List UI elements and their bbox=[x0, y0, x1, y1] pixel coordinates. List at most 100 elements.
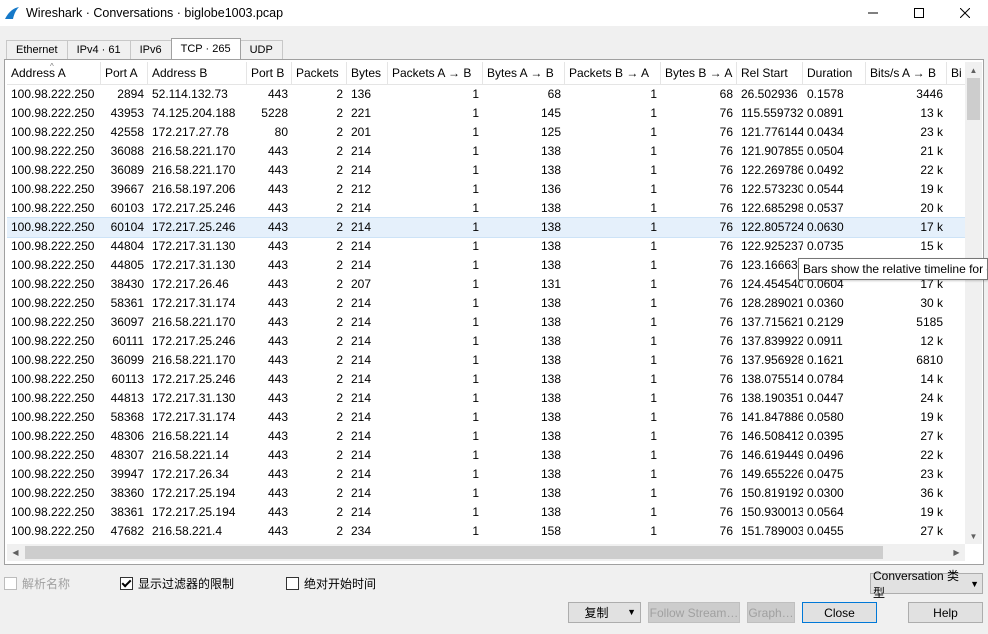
cell-bits-a-b: 23 k bbox=[920, 125, 943, 139]
table-row[interactable]: 100.98.222.250 60104 172.217.25.246 443 2 214… bbox=[7, 217, 965, 238]
cell-port-a: 36097 bbox=[110, 315, 144, 329]
cell-bytes-b-a: 68 bbox=[719, 87, 733, 101]
column-header-packets-b-a[interactable]: Packets B → A bbox=[565, 62, 661, 85]
column-header-duration[interactable]: Duration bbox=[803, 62, 866, 85]
column-header-address-b[interactable]: Address B bbox=[148, 62, 247, 85]
table-row[interactable]: 100.98.222.250 44804 172.217.31.130 443 2 214… bbox=[7, 237, 965, 256]
table-row[interactable]: 100.98.222.250 60103 172.217.25.246 443 2 214… bbox=[7, 199, 965, 218]
minimize-button[interactable] bbox=[850, 0, 896, 26]
table-row[interactable]: 100.98.222.250 44813 172.217.31.130 443 2 214… bbox=[7, 389, 965, 408]
table-row[interactable]: 100.98.222.250 58368 172.217.31.174 443 2 214… bbox=[7, 408, 965, 427]
cell-rel-start: 122.805724 bbox=[741, 220, 803, 234]
scroll-right-arrow-icon[interactable]: ▶ bbox=[948, 544, 965, 561]
cell-port-a: 60104 bbox=[110, 220, 144, 234]
conversation-type-button[interactable]: Conversation 类型 ▼ bbox=[870, 569, 983, 600]
cell-packets-b-a: 1 bbox=[650, 87, 657, 101]
column-header-address-a[interactable]: Address A ^ bbox=[7, 62, 101, 85]
column-header-packets-a-b[interactable]: Packets A → B bbox=[388, 62, 483, 85]
column-header-label: Bytes A → B bbox=[487, 66, 554, 80]
column-header-bytes-a-b[interactable]: Bytes A → B bbox=[483, 62, 565, 85]
cell-port-b: 443 bbox=[267, 448, 288, 462]
graph-button[interactable]: Graph… bbox=[747, 602, 795, 623]
table-row[interactable]: 100.98.222.250 38361 172.217.25.194 443 2 214… bbox=[7, 503, 965, 522]
title-bar: Wireshark · Conversations · biglobe1003.… bbox=[0, 0, 988, 26]
close-button[interactable]: Close bbox=[802, 602, 877, 623]
cell-bits-a-b: 14 k bbox=[920, 372, 943, 386]
table-row[interactable]: 100.98.222.250 60113 172.217.25.246 443 2 214… bbox=[7, 370, 965, 389]
table-row[interactable]: 100.98.222.250 39947 172.217.26.34 443 2 214 1… bbox=[7, 465, 965, 484]
cell-port-a: 60111 bbox=[112, 334, 144, 348]
copy-button[interactable]: 复制 ▼ bbox=[568, 602, 641, 623]
tab-ethernet[interactable]: Ethernet bbox=[6, 40, 68, 59]
column-header-bits-a-b[interactable]: Bits/s A → B bbox=[866, 62, 947, 85]
table-row[interactable]: 100.98.222.250 60111 172.217.25.246 443 2 214… bbox=[7, 332, 965, 351]
column-header-bits-b-a[interactable]: Bi bbox=[947, 62, 965, 85]
cell-packets-b-a: 1 bbox=[650, 410, 657, 424]
cell-packets-a-b: 1 bbox=[472, 258, 479, 272]
table-row[interactable]: 100.98.222.250 36097 216.58.221.170 443 2 214… bbox=[7, 313, 965, 332]
close-window-button[interactable] bbox=[942, 0, 988, 26]
conversation-type-label: Conversation 类型 bbox=[873, 568, 960, 600]
help-button[interactable]: Help bbox=[908, 602, 983, 623]
column-header-bytes-b-a[interactable]: Bytes B → A bbox=[661, 62, 737, 85]
table-row[interactable]: 100.98.222.250 36099 216.58.221.170 443 2 214… bbox=[7, 351, 965, 370]
cell-address-b: 74.125.204.188 bbox=[152, 106, 236, 120]
cell-bits-a-b: 12 k bbox=[920, 334, 943, 348]
column-header-bytes[interactable]: Bytes bbox=[347, 62, 388, 85]
cell-packets: 2 bbox=[336, 353, 343, 367]
vertical-scrollbar[interactable]: ▲ ▼ bbox=[965, 62, 982, 544]
table-row[interactable]: 100.98.222.250 36089 216.58.221.170 443 2 214… bbox=[7, 161, 965, 180]
cell-bytes-a-b: 138 bbox=[540, 239, 561, 253]
table-row[interactable]: 100.98.222.250 42558 172.217.27.78 80 2 201 1 1… bbox=[7, 123, 965, 142]
cell-packets-a-b: 1 bbox=[472, 429, 479, 443]
horizontal-scroll-thumb[interactable] bbox=[25, 546, 883, 559]
cell-rel-start: 123.166633 bbox=[741, 258, 803, 272]
scroll-up-arrow-icon[interactable]: ▲ bbox=[965, 62, 982, 78]
tab-ipv6[interactable]: IPv6 bbox=[129, 40, 172, 59]
limit-to-filter-checkbox[interactable]: 显示过滤器的限制 bbox=[120, 574, 234, 592]
cell-packets-a-b: 1 bbox=[472, 220, 479, 234]
table-row[interactable]: 100.98.222.250 47682 216.58.221.4 443 2 234 1 1… bbox=[7, 522, 965, 541]
cell-bits-a-b: 15 k bbox=[920, 239, 943, 253]
column-header-port-a[interactable]: Port A bbox=[101, 62, 148, 85]
column-header-port-b[interactable]: Port B bbox=[247, 62, 292, 85]
cell-port-b: 5228 bbox=[261, 106, 288, 120]
cell-bytes-b-a: 76 bbox=[719, 182, 733, 196]
table-row[interactable]: 100.98.222.250 48306 216.58.221.14 443 2 214 1… bbox=[7, 427, 965, 446]
cell-duration: 0.0580 bbox=[807, 410, 844, 424]
column-header-packets[interactable]: Packets bbox=[292, 62, 347, 85]
cell-address-a: 100.98.222.250 bbox=[11, 144, 95, 158]
cell-packets: 2 bbox=[336, 429, 343, 443]
cell-packets-b-a: 1 bbox=[650, 277, 657, 291]
cell-duration: 0.0564 bbox=[807, 505, 844, 519]
table-row[interactable]: 100.98.222.250 48307 216.58.221.14 443 2 214 1… bbox=[7, 446, 965, 465]
tab-ipv4[interactable]: IPv4 · 61 bbox=[66, 40, 131, 59]
cell-port-a: 36088 bbox=[110, 144, 144, 158]
tab-udp[interactable]: UDP bbox=[239, 40, 283, 59]
vertical-scroll-thumb[interactable] bbox=[967, 78, 980, 120]
cell-bytes-a-b: 138 bbox=[540, 163, 561, 177]
tab-tcp[interactable]: TCP · 265 bbox=[170, 38, 241, 59]
cell-packets-b-a: 1 bbox=[650, 106, 657, 120]
table-row[interactable]: 100.98.222.250 38360 172.217.25.194 443 2 214… bbox=[7, 484, 965, 503]
scroll-down-arrow-icon[interactable]: ▼ bbox=[965, 528, 982, 544]
cell-address-b: 172.217.31.130 bbox=[152, 391, 236, 405]
cell-bits-a-b: 19 k bbox=[920, 182, 943, 196]
table-row[interactable]: 100.98.222.250 39667 216.58.197.206 443 2 212… bbox=[7, 180, 965, 199]
cell-packets-a-b: 1 bbox=[472, 410, 479, 424]
resolve-names-checkbox[interactable]: 解析名称 bbox=[4, 574, 70, 592]
horizontal-scrollbar[interactable]: ◀ ▶ bbox=[7, 544, 965, 561]
cell-bits-a-b: 27 k bbox=[920, 524, 943, 538]
table-row[interactable]: 100.98.222.250 2894 52.114.132.73 443 2 136 1 6… bbox=[7, 85, 965, 104]
column-header-rel-start[interactable]: Rel Start bbox=[737, 62, 803, 85]
follow-stream-button[interactable]: Follow Stream… bbox=[648, 602, 740, 623]
scroll-left-arrow-icon[interactable]: ◀ bbox=[7, 544, 24, 561]
chevron-down-icon[interactable]: ▼ bbox=[627, 607, 636, 617]
conversation-table-panel: Address A ^ Port A Address B Port B Packets By… bbox=[4, 59, 984, 565]
column-header-label: Packets bbox=[296, 66, 339, 80]
table-row[interactable]: 100.98.222.250 58361 172.217.31.174 443 2 214… bbox=[7, 294, 965, 313]
absolute-start-time-checkbox[interactable]: 绝对开始时间 bbox=[286, 574, 376, 592]
table-row[interactable]: 100.98.222.250 36088 216.58.221.170 443 2 214… bbox=[7, 142, 965, 161]
maximize-button[interactable] bbox=[896, 0, 942, 26]
table-row[interactable]: 100.98.222.250 43953 74.125.204.188 5228 2 22… bbox=[7, 104, 965, 123]
